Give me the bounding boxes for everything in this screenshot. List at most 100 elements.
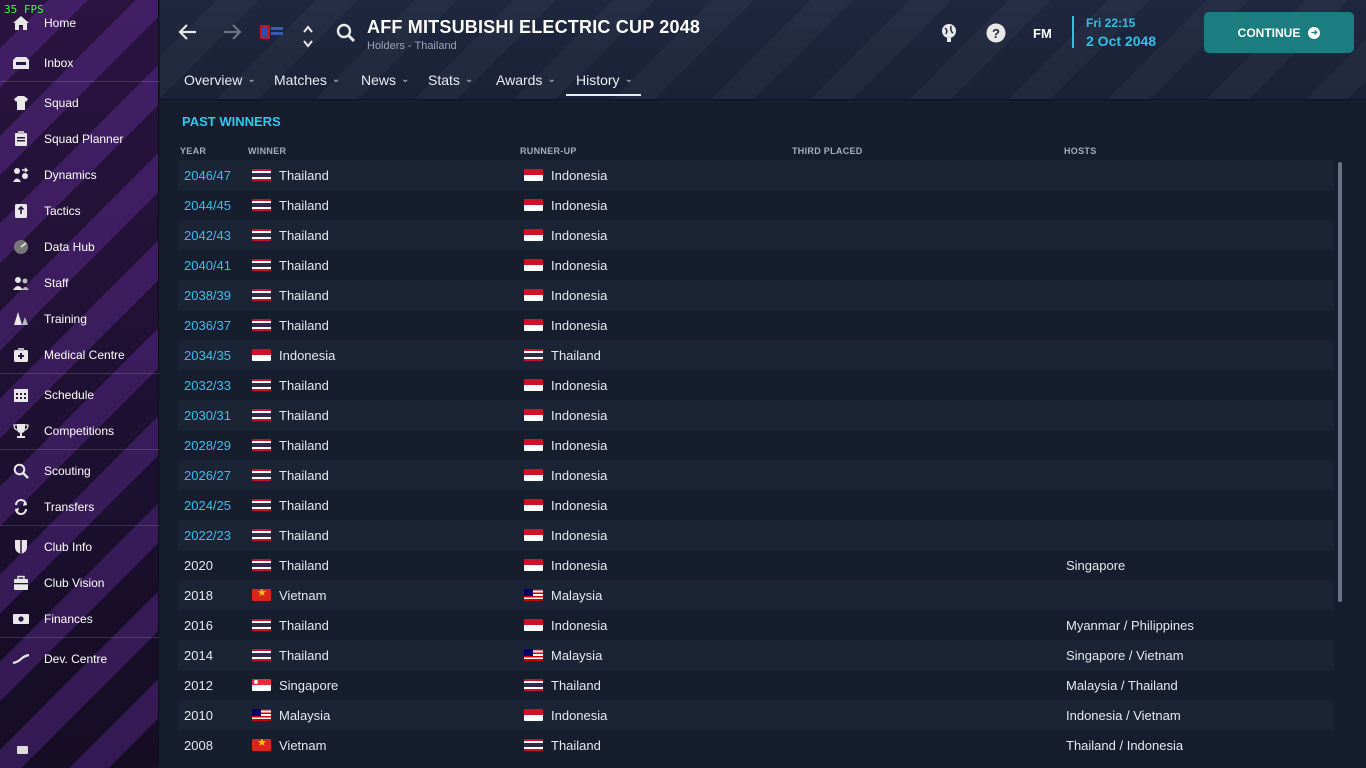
sidebar-item-data-hub[interactable]: Data Hub [0, 232, 159, 262]
runner-up-cell[interactable]: Indonesia [524, 520, 607, 550]
tab-matches[interactable]: Matches ⌄ [274, 66, 340, 96]
winner-cell[interactable]: Thailand [252, 310, 329, 340]
sidebar-item-training[interactable]: Training [0, 304, 159, 334]
winner-cell[interactable]: Thailand [252, 550, 329, 580]
winner-cell[interactable]: Thailand [252, 370, 329, 400]
chevron-down-icon[interactable] [302, 35, 314, 53]
year-cell[interactable]: 2036/37 [184, 310, 231, 340]
winner-cell[interactable]: Thailand [252, 520, 329, 550]
indonesia-flag-icon [524, 439, 543, 451]
winner-cell[interactable]: Thailand [252, 490, 329, 520]
sidebar-item-club-vision[interactable]: Club Vision [0, 568, 159, 598]
winner-cell[interactable]: Thailand [252, 160, 329, 190]
runner-up-cell[interactable]: Indonesia [524, 160, 607, 190]
year-cell[interactable]: 2026/27 [184, 460, 231, 490]
winner-cell[interactable]: Thailand [252, 430, 329, 460]
tab-overview[interactable]: Overview ⌄ [184, 66, 256, 96]
year-cell[interactable]: 2024/25 [184, 490, 231, 520]
year-cell[interactable]: 2034/35 [184, 340, 231, 370]
runner-up-cell[interactable]: Indonesia [524, 430, 607, 460]
winner-cell[interactable]: Thailand [252, 640, 329, 670]
tab-history[interactable]: History ⌄ [566, 66, 641, 96]
winner-cell[interactable]: Indonesia [252, 340, 335, 370]
runner-up-cell[interactable]: Thailand [524, 730, 601, 760]
table-row: 2034/35 Indonesia Thailand [178, 340, 1334, 370]
tab-stats[interactable]: Stats ⌄ [428, 66, 473, 96]
winner-cell[interactable]: Singapore [252, 670, 338, 700]
tab-news[interactable]: News ⌄ [361, 66, 409, 96]
tab-awards[interactable]: Awards ⌄ [496, 66, 556, 96]
indonesia-flag-icon [524, 499, 543, 511]
back-arrow-icon[interactable] [178, 22, 198, 47]
runner-up-cell[interactable]: Indonesia [524, 310, 607, 340]
runner-up-cell[interactable]: Indonesia [524, 460, 607, 490]
search-icon[interactable] [336, 23, 356, 48]
column-header-hosts[interactable]: HOSTS [1064, 146, 1097, 156]
runner-up-cell[interactable]: Malaysia [524, 580, 602, 610]
forward-arrow-icon[interactable] [222, 22, 242, 47]
globe-icon[interactable] [940, 23, 958, 48]
fm-logo[interactable]: FM [1033, 26, 1052, 41]
thailand-flag-icon [252, 469, 271, 481]
runner-up-cell[interactable]: Malaysia [524, 640, 602, 670]
runner-up-cell[interactable]: Thailand [524, 670, 601, 700]
tab-label: Awards [496, 72, 543, 88]
winner-cell[interactable]: Thailand [252, 610, 329, 640]
sidebar-item-dynamics[interactable]: Dynamics [0, 160, 159, 190]
runner-up-cell[interactable]: Indonesia [524, 490, 607, 520]
year-cell[interactable]: 2028/29 [184, 430, 231, 460]
scrollbar-thumb[interactable] [1338, 162, 1342, 602]
sidebar-item-club-info[interactable]: Club Info [0, 532, 159, 562]
year-cell[interactable]: 2030/31 [184, 400, 231, 430]
game-date[interactable]: Fri 22:15 2 Oct 2048 [1072, 16, 1156, 49]
continue-button[interactable]: CONTINUE ➜ [1204, 12, 1354, 53]
sidebar-item-schedule[interactable]: Schedule [0, 380, 159, 410]
sidebar-item-finances[interactable]: Finances [0, 604, 159, 634]
runner-up-cell[interactable]: Indonesia [524, 280, 607, 310]
sidebar-item-inbox[interactable]: Inbox [0, 48, 159, 78]
sidebar-item-staff[interactable]: Staff [0, 268, 159, 298]
sidebar-item-dev-centre[interactable]: Dev. Centre [0, 644, 159, 674]
hosts-cell: Malaysia / Thailand [1066, 677, 1178, 693]
winner-cell[interactable]: Thailand [252, 400, 329, 430]
year-cell[interactable]: 2022/23 [184, 520, 231, 550]
winner-cell[interactable]: Thailand [252, 280, 329, 310]
year-cell[interactable]: 2038/39 [184, 280, 231, 310]
winner-cell[interactable]: Thailand [252, 250, 329, 280]
column-header-third-placed[interactable]: THIRD PLACED [792, 146, 863, 156]
column-header-winner[interactable]: WINNER [248, 146, 286, 156]
year-cell: 2016 [184, 617, 213, 633]
keyboard-icon[interactable] [17, 746, 28, 754]
year-cell[interactable]: 2044/45 [184, 190, 231, 220]
winner-cell[interactable]: Vietnam [252, 730, 326, 760]
sidebar-item-medical-centre[interactable]: Medical Centre [0, 340, 159, 370]
runner-up-cell[interactable]: Indonesia [524, 190, 607, 220]
runner-up-cell[interactable]: Indonesia [524, 370, 607, 400]
runner-up-cell[interactable]: Indonesia [524, 400, 607, 430]
winner-cell[interactable]: Thailand [252, 190, 329, 220]
year-cell[interactable]: 2032/33 [184, 370, 231, 400]
runner-up-cell[interactable]: Indonesia [524, 550, 607, 580]
sidebar-item-scouting[interactable]: Scouting [0, 456, 159, 486]
winner-cell[interactable]: Vietnam [252, 580, 326, 610]
column-header-year[interactable]: YEAR [180, 146, 206, 156]
year-cell[interactable]: 2042/43 [184, 220, 231, 250]
year-cell[interactable]: 2040/41 [184, 250, 231, 280]
sidebar-item-squad[interactable]: Squad [0, 88, 159, 118]
year-cell[interactable]: 2046/47 [184, 160, 231, 190]
winner-cell[interactable]: Thailand [252, 220, 329, 250]
sidebar-item-tactics[interactable]: Tactics [0, 196, 159, 226]
runner-up-cell[interactable]: Indonesia [524, 610, 607, 640]
runner-up-cell[interactable]: Thailand [524, 340, 601, 370]
runner-up-cell[interactable]: Indonesia [524, 220, 607, 250]
runner-up-cell[interactable]: Indonesia [524, 250, 607, 280]
winner-cell[interactable]: Thailand [252, 460, 329, 490]
winner-cell[interactable]: Malaysia [252, 700, 330, 730]
help-icon[interactable]: ? [986, 23, 1006, 48]
runner-up-cell[interactable]: Indonesia [524, 700, 607, 730]
column-header-runner-up[interactable]: RUNNER-UP [520, 146, 577, 156]
sidebar-item-competitions[interactable]: Competitions [0, 416, 159, 446]
sidebar-item-squad-planner[interactable]: Squad Planner [0, 124, 159, 154]
sidebar-item-home[interactable]: Home [0, 8, 159, 38]
sidebar-item-transfers[interactable]: Transfers [0, 492, 159, 522]
